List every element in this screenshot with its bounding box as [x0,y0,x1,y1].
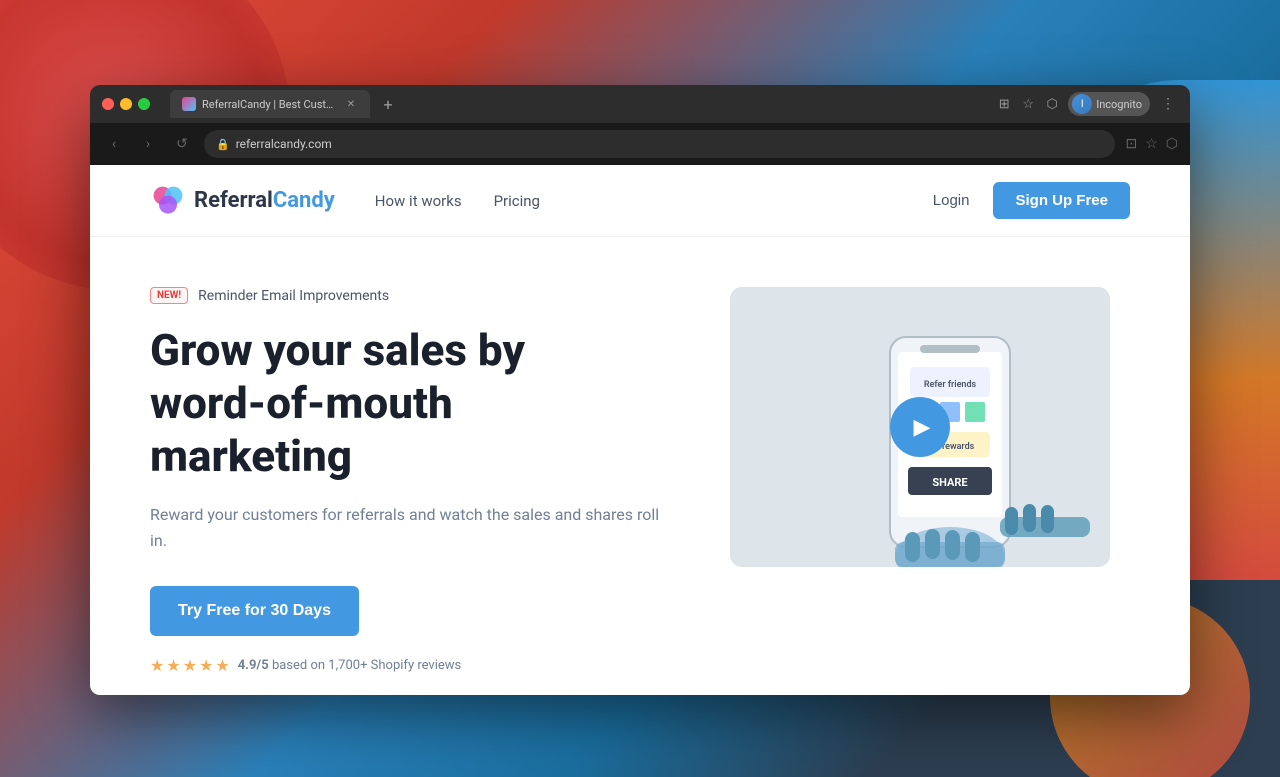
star-1: ★ [150,656,164,675]
cta-try-free-button[interactable]: Try Free for 30 Days [150,586,359,636]
nav-pricing[interactable]: Pricing [494,192,540,210]
logo-text: ReferralCandy [194,188,335,213]
badge-description: Reminder Email Improvements [198,288,389,304]
cast-icon: ⊞ [996,96,1012,112]
nav-actions: Login Sign Up Free [933,182,1130,219]
rating-text: 4.9/5 based on 1,700+ Shopify reviews [238,658,462,673]
hero-subtitle: Reward your customers for referrals and … [150,502,670,553]
lock-icon: 🔒 [216,138,230,151]
star-4: ★ [199,656,213,675]
extension-icon[interactable]: ⬡ [1044,96,1060,112]
tab-favicon-icon [182,97,196,111]
hero-title: Grow your sales by word-of-mouth marketi… [150,324,670,482]
bookmark-icon[interactable]: ☆ [1020,96,1036,112]
hero-video-thumbnail[interactable]: Refer friends Get rewards SHARE [730,287,1110,567]
browser-addressbar: ‹ › ↺ 🔒 referralcandy.com ⊡ ☆ ⬡ [90,123,1190,165]
profile-avatar: I [1072,94,1092,114]
hero-content-left: NEW! Reminder Email Improvements Grow yo… [150,287,670,675]
traffic-lights [102,98,150,110]
svg-text:Refer friends: Refer friends [924,380,977,390]
cast-media-icon[interactable]: ⊡ [1125,136,1137,152]
website-content: ReferralCandy How it works Pricing Login… [90,165,1190,695]
logo-icon [150,183,186,219]
site-logo[interactable]: ReferralCandy [150,183,335,219]
login-button[interactable]: Login [933,192,970,209]
browser-menu-button[interactable]: ⋮ [1158,94,1178,114]
minimize-window-button[interactable] [120,98,132,110]
bookmark-star-icon[interactable]: ☆ [1145,136,1158,152]
video-play-button[interactable]: ▶ [890,397,950,457]
close-window-button[interactable] [102,98,114,110]
browser-back-button[interactable]: ‹ [102,132,126,156]
profile-name-text: Incognito [1096,98,1142,111]
maximize-window-button[interactable] [138,98,150,110]
site-navbar: ReferralCandy How it works Pricing Login… [90,165,1190,237]
address-field[interactable]: 🔒 referralcandy.com [204,130,1115,158]
browser-forward-button[interactable]: › [136,132,160,156]
badge-row: NEW! Reminder Email Improvements [150,287,670,304]
star-3: ★ [183,656,197,675]
rating-row: ★ ★ ★ ★ ★ 4.9/5 based on 1,700+ Shopify … [150,656,670,675]
profile-button[interactable]: I Incognito [1068,92,1150,116]
extension-puzzle-icon[interactable]: ⬡ [1166,136,1178,152]
address-text: referralcandy.com [236,137,332,151]
nav-how-it-works[interactable]: How it works [375,192,462,210]
titlebar-right-controls: ⊞ ☆ ⬡ I Incognito ⋮ [996,92,1178,116]
svg-text:SHARE: SHARE [932,476,967,489]
play-icon: ▶ [914,415,931,440]
star-5: ★ [215,656,229,675]
nav-links: How it works Pricing [375,192,933,210]
tab-close-button[interactable]: ✕ [344,97,358,111]
tab-title-text: ReferralCandy | Best Custome... [202,98,338,111]
browser-refresh-button[interactable]: ↺ [170,132,194,156]
browser-window: ReferralCandy | Best Custome... ✕ + ⊞ ☆ … [90,85,1190,695]
addressbar-right-icons: ⊡ ☆ ⬡ [1125,136,1178,152]
browser-titlebar: ReferralCandy | Best Custome... ✕ + ⊞ ☆ … [90,85,1190,123]
star-rating: ★ ★ ★ ★ ★ [150,656,230,675]
tab-bar: ReferralCandy | Best Custome... ✕ + [170,90,988,118]
browser-tab[interactable]: ReferralCandy | Best Custome... ✕ [170,90,370,118]
signup-button[interactable]: Sign Up Free [993,182,1130,219]
hero-section: NEW! Reminder Email Improvements Grow yo… [90,237,1190,695]
star-2: ★ [166,656,180,675]
new-tab-button[interactable]: + [374,90,402,118]
new-badge: NEW! [150,287,188,304]
